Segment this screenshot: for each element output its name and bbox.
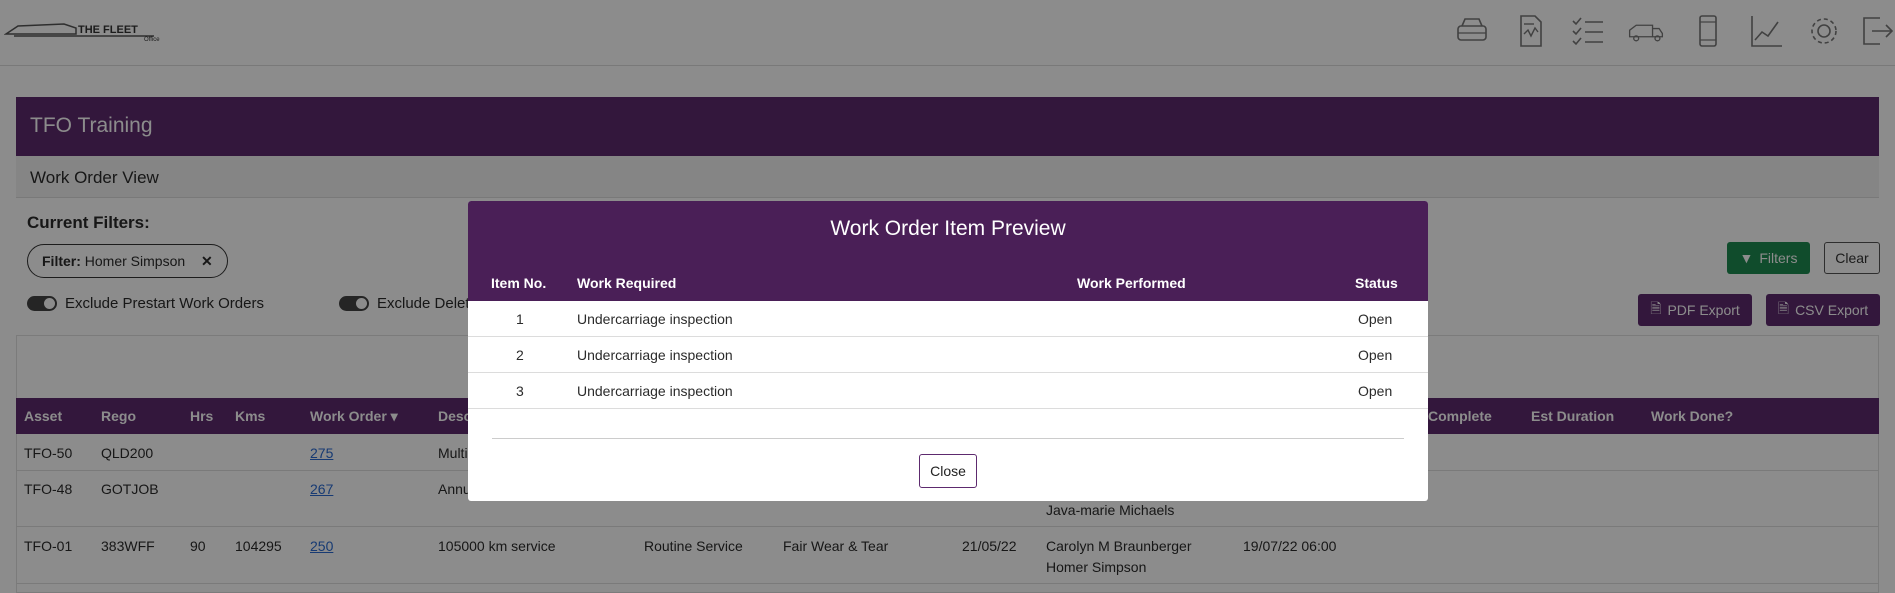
item-status: Open — [1358, 347, 1393, 363]
modal-col-work-required: Work Required — [577, 275, 677, 291]
item-work-required: Undercarriage inspection — [577, 347, 733, 363]
close-button[interactable]: Close — [919, 454, 977, 488]
modal-title: Work Order Item Preview — [830, 217, 1066, 240]
page: THE FLEET Office TFO Training Work Order… — [0, 0, 1895, 593]
modal-item-row: 2 Undercarriage inspection Open — [468, 337, 1428, 373]
modal-col-item-no: Item No. — [491, 275, 547, 291]
item-number: 2 — [516, 347, 524, 363]
modal-item-row: 3 Undercarriage inspection Open — [468, 373, 1428, 409]
item-status: Open — [1358, 311, 1393, 327]
work-order-item-preview-modal: Work Order Item Preview Item No. Work Re… — [468, 201, 1428, 501]
modal-divider — [492, 438, 1404, 439]
modal-col-status: Status — [1355, 275, 1398, 291]
item-work-required: Undercarriage inspection — [577, 383, 733, 399]
modal-header: Work Order Item Preview Item No. Work Re… — [468, 201, 1428, 301]
modal-col-work-performed: Work Performed — [1077, 275, 1186, 291]
item-number: 1 — [516, 311, 524, 327]
item-number: 3 — [516, 383, 524, 399]
item-status: Open — [1358, 383, 1393, 399]
modal-item-row: 1 Undercarriage inspection Open — [468, 301, 1428, 337]
item-work-required: Undercarriage inspection — [577, 311, 733, 327]
